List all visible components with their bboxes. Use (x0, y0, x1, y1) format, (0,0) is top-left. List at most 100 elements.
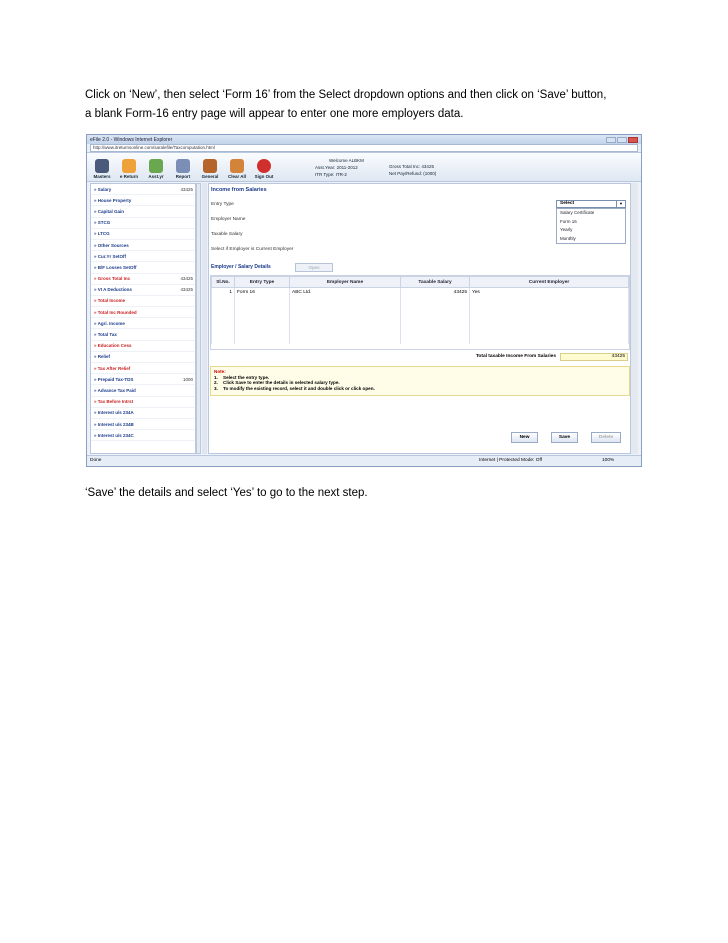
entry-type-label: Entry Type (211, 202, 234, 207)
user-info: Welcome ALBKM Asst.Year: 2011-2012 ITR T… (315, 157, 364, 178)
sidebar-item[interactable]: » Prepaid Tax-TDS 1000 (91, 374, 195, 386)
tools-icon (203, 159, 217, 173)
sidebar-item-value: 43425 (180, 186, 193, 192)
option-form-16[interactable]: Form 16 (557, 218, 625, 227)
sidebar-item[interactable]: » Interest u/s 234B (91, 419, 195, 431)
option-yearly[interactable]: Yearly (557, 226, 625, 235)
calendar-icon (149, 159, 163, 173)
sidebar-item-label: » Cur.Yr SetOff (94, 253, 127, 259)
delete-button[interactable]: Delete (591, 432, 621, 443)
window-title: eFile 2.0 - Windows Internet Explorer (90, 136, 173, 143)
sidebar-item[interactable]: » Agri. Income (91, 318, 195, 330)
sidebar-item[interactable]: » STCG (91, 218, 195, 229)
main-scrollbar[interactable] (631, 183, 638, 454)
sidebar-item-label: » Prepaid Tax-TDS (94, 376, 134, 382)
col-employer-name[interactable]: Employer Name (289, 276, 401, 288)
employer-tabs[interactable]: Employer / Salary Details (211, 264, 271, 270)
action-buttons: New Save Delete (209, 432, 630, 444)
clear-all-button[interactable]: Clear All (225, 159, 249, 179)
sidebar-item-label: » Interest u/s 234A (94, 410, 134, 416)
close-button[interactable] (628, 136, 638, 143)
employer-grid: Sl.No. Entry Type Employer Name Taxable … (210, 275, 630, 350)
person-icon (95, 159, 109, 173)
col-entry-type[interactable]: Entry Type (234, 276, 290, 288)
option-salary-certificate[interactable]: Salary Certificate (557, 209, 625, 218)
sidebar-item[interactable]: » Interest u/s 234C (91, 430, 195, 442)
save-button[interactable]: Save (551, 432, 578, 443)
sidebar-item[interactable]: » Salary 43425 (91, 184, 195, 196)
sidebar-item-label: » LTCG (94, 231, 110, 237)
general-button[interactable]: General (198, 159, 222, 179)
cell-slno: 1 (211, 287, 235, 296)
app-window-screenshot: eFile 2.0 - Windows Internet Explorer ht… (86, 134, 642, 467)
sidebar-item-label: » Other Sources (94, 242, 129, 248)
sidebar-item[interactable]: » Other Sources (91, 240, 195, 252)
open-button[interactable]: Open (295, 263, 333, 272)
sidebar-item[interactable]: » Total Inc Rounded (91, 307, 195, 319)
sidebar-item[interactable]: » B/F Losses SetOff (91, 262, 195, 274)
sidebar-item[interactable]: » Interest u/s 234A (91, 408, 195, 419)
col-taxable-salary[interactable]: Taxable Salary (400, 276, 470, 288)
new-button[interactable]: New (511, 432, 538, 443)
window-titlebar: eFile 2.0 - Windows Internet Explorer (87, 135, 641, 144)
asstyr-button[interactable]: Asst.yr (144, 159, 168, 179)
sidebar-scrollbar[interactable] (196, 183, 201, 454)
sign-out-button[interactable]: Sign Out (252, 159, 276, 179)
table-row[interactable]: 1 Form 16 ABC Ltd. 43425 Yes (211, 287, 629, 296)
sidebar-item[interactable]: » Advance Tax Paid (91, 385, 195, 397)
sidebar-item-label: » Total Tax (94, 332, 117, 338)
maximize-button[interactable] (617, 136, 627, 143)
sidebar-item[interactable]: » LTCG (91, 229, 195, 240)
current-employer-label: Select if Employer is Current Employer (211, 247, 294, 252)
zoom-level[interactable]: 100% (602, 456, 614, 466)
url-input[interactable]: http://www.itreturnsonline.com/saralefil… (90, 144, 638, 152)
minimize-button[interactable] (606, 136, 616, 143)
sidebar-item-label: » VI A Deductions (94, 287, 132, 293)
sidebar-collapse-handle[interactable] (202, 183, 207, 454)
app-toolbar: Masters e Return Asst.yr Report General … (87, 153, 641, 182)
sidebar-item[interactable]: » Tax Before Intrst (91, 397, 195, 408)
sidebar-item-value: 43425 (180, 276, 193, 282)
sidebar-item[interactable]: » Capital Gain (91, 206, 195, 218)
sidebar-item-label: » Capital Gain (94, 208, 125, 214)
sidebar-item-label: » Gross Total Inc (94, 276, 131, 282)
assessment-year: Asst.Year: 2011-2012 (315, 165, 358, 170)
entry-type-select[interactable]: Select ▼ (556, 200, 626, 208)
ereturn-button[interactable]: e Return (117, 159, 141, 179)
taxable-salary-label: Taxable Salary (211, 232, 243, 237)
report-button[interactable]: Report (171, 159, 195, 179)
chevron-down-icon[interactable]: ▼ (616, 201, 625, 207)
sidebar-item-label: » Interest u/s 234B (94, 421, 134, 427)
sidebar-item[interactable]: » Education Cess (91, 341, 195, 352)
sidebar-item-label: » Tax Before Intrst (94, 399, 134, 405)
option-monthly[interactable]: Monthly (557, 235, 625, 244)
sidebar-item-value: 43425 (180, 287, 193, 293)
sidebar-item[interactable]: » Total Tax (91, 329, 195, 341)
sidebar-item-label: » Interest u/s 234C (94, 432, 134, 438)
sidebar-item[interactable]: » Gross Total Inc 43425 (91, 274, 195, 285)
zone-status: Internet | Protected Mode: Off (479, 458, 543, 463)
power-icon (257, 159, 271, 173)
col-current-employer[interactable]: Current Employer (469, 276, 629, 288)
notes-box: Note: 1. Select the entry type. 2. Click S… (210, 366, 630, 396)
sidebar-item[interactable]: » VI A Deductions 43425 (91, 285, 195, 296)
sidebar-item[interactable]: » Total Income (91, 296, 195, 308)
gross-total-income: Gross Total Inc: 43425 (389, 164, 434, 169)
sidebar-item[interactable]: » House Property (91, 195, 195, 207)
sidebar-item[interactable]: » Relief (91, 352, 195, 363)
sidebar-item-label: » Tax After Relief (94, 365, 131, 371)
itr-type: ITR Type: ITR-2 (315, 172, 347, 177)
sidebar-item[interactable]: » Cur.Yr SetOff (91, 251, 195, 263)
sidebar-item-label: » House Property (94, 197, 132, 203)
total-row: Total taxable Income From Salaries 43425 (210, 352, 630, 362)
sidebar-item[interactable]: » Tax After Relief (91, 363, 195, 375)
cell-taxable-salary: 43425 (400, 287, 470, 296)
total-label: Total taxable Income From Salaries (475, 354, 556, 359)
entry-type-dropdown: Salary Certificate Form 16 Yearly Monthl… (556, 208, 626, 244)
col-slno[interactable]: Sl.No. (211, 276, 235, 288)
sidebar-item-label: » B/F Losses SetOff (94, 264, 137, 270)
total-value: 43425 (560, 353, 628, 361)
address-bar: http://www.itreturnsonline.com/saralefil… (87, 144, 641, 153)
income-summary: Gross Total Inc: 43425 Net Pay/Refund: (… (389, 163, 436, 177)
masters-button[interactable]: Masters (90, 159, 114, 179)
